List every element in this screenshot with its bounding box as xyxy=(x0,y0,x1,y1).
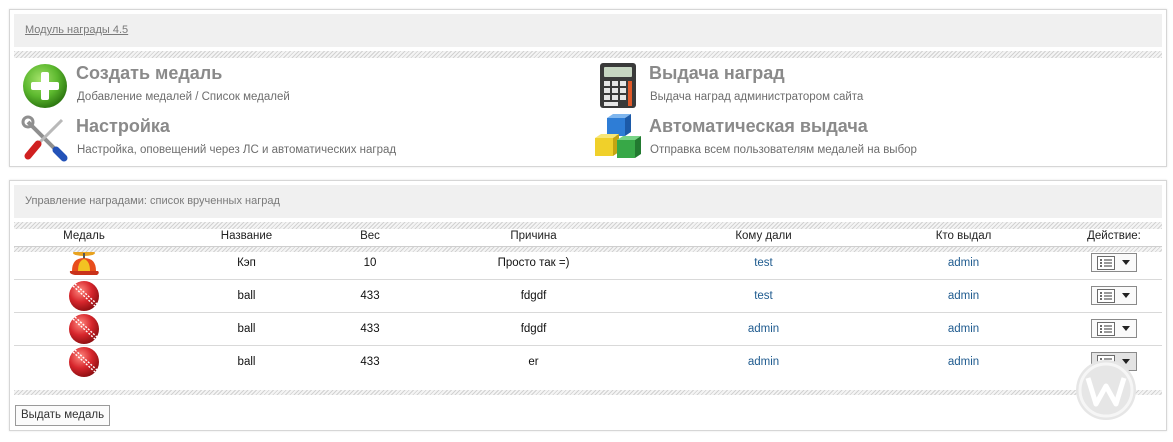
award-reason: er xyxy=(401,344,666,378)
list-icon xyxy=(1097,322,1115,336)
recipient-cell: admin xyxy=(666,311,861,345)
action-cell xyxy=(1066,311,1162,345)
tools-icon xyxy=(20,114,70,162)
column-header-recipient: Кому дали xyxy=(735,230,792,243)
tile-create-medal[interactable]: Создать медаль Добавление медалей / Спис… xyxy=(20,61,420,111)
table-header-row: Медаль Название Вес Причина Кому дали Кт… xyxy=(14,227,1162,246)
tile-settings[interactable]: Настройка Настройка, оповещений через ЛС… xyxy=(20,114,480,164)
recipient-cell: admin xyxy=(666,344,861,378)
awards-panel-title: Управление наградами: список врученных н… xyxy=(25,195,280,207)
cricket-ball-icon xyxy=(67,346,101,378)
action-dropdown-button[interactable] xyxy=(1091,253,1137,272)
action-dropdown-button[interactable] xyxy=(1091,319,1137,338)
list-icon xyxy=(1097,289,1115,303)
tile-description: Настройка, оповещений через ЛС и автомат… xyxy=(77,144,397,156)
medal-cell xyxy=(14,344,154,378)
give-medal-button[interactable]: Выдать медаль xyxy=(15,405,111,426)
table-row: ball 433 er admin admin xyxy=(14,344,1162,378)
tile-description: Добавление медалей / Список медалей xyxy=(77,91,290,103)
chevron-down-icon xyxy=(1122,293,1130,298)
column-header-reason: Причина xyxy=(510,230,557,243)
list-icon xyxy=(1097,256,1115,270)
column-header-action: Действие: xyxy=(1087,230,1141,243)
calculator-icon xyxy=(593,61,643,109)
tile-title[interactable]: Выдача наград xyxy=(649,63,785,84)
recipient-cell: test xyxy=(666,278,861,312)
issuer-cell: admin xyxy=(861,311,1066,345)
award-reason: fdgdf xyxy=(401,311,666,345)
module-title-link[interactable]: Модуль награды 4.5 xyxy=(25,24,128,36)
awards-panel-header: Управление наградами: список врученных н… xyxy=(14,185,1162,218)
medal-weight: 433 xyxy=(339,311,401,345)
recipient-link[interactable]: admin xyxy=(748,323,779,335)
cricket-ball-icon xyxy=(67,313,101,345)
medal-weight: 433 xyxy=(339,344,401,378)
medal-cell xyxy=(14,311,154,345)
chevron-down-icon xyxy=(1122,260,1130,265)
issuer-link[interactable]: admin xyxy=(948,290,979,302)
recipient-link[interactable]: admin xyxy=(748,356,779,368)
table-row: ball 433 fdgdf admin admin xyxy=(14,311,1162,345)
action-dropdown-button[interactable] xyxy=(1091,286,1137,305)
hatch-divider xyxy=(14,390,1162,395)
recipient-link[interactable]: test xyxy=(754,257,773,269)
medal-name: ball xyxy=(154,344,339,378)
column-header-weight: Вес xyxy=(360,230,380,243)
plus-icon xyxy=(20,61,70,109)
cubes-icon xyxy=(593,114,643,162)
column-header-issuer: Кто выдал xyxy=(935,230,992,243)
recipient-link[interactable]: test xyxy=(754,290,773,302)
chevron-down-icon xyxy=(1122,326,1130,331)
awards-panel: Управление наградами: список врученных н… xyxy=(9,180,1167,431)
tile-give-awards[interactable]: Выдача наград Выдача наград администрато… xyxy=(593,61,993,111)
tile-description: Отправка всем пользователям медалей на в… xyxy=(650,144,917,156)
column-header-name: Название xyxy=(220,230,273,243)
medal-weight: 433 xyxy=(339,278,401,312)
issuer-link[interactable]: admin xyxy=(948,356,979,368)
column-header-medal: Медаль xyxy=(63,230,105,243)
issuer-cell: admin xyxy=(861,278,1066,312)
action-cell xyxy=(1066,278,1162,312)
tile-description: Выдача наград администратором сайта xyxy=(650,91,864,103)
issuer-link[interactable]: admin xyxy=(948,323,979,335)
cricket-ball-icon xyxy=(67,280,101,312)
module-panel: Модуль награды 4.5 Создать медаль Добавл… xyxy=(9,9,1167,167)
watermark-logo-icon xyxy=(1076,360,1136,420)
medal-cell xyxy=(14,278,154,312)
tile-title[interactable]: Создать медаль xyxy=(76,63,222,84)
issuer-link[interactable]: admin xyxy=(948,257,979,269)
medal-name: ball xyxy=(154,311,339,345)
tile-title[interactable]: Автоматическая выдача xyxy=(649,116,868,137)
award-reason: fdgdf xyxy=(401,278,666,312)
medal-name: ball xyxy=(154,278,339,312)
issuer-cell: admin xyxy=(861,344,1066,378)
tile-title[interactable]: Настройка xyxy=(76,116,170,137)
hatch-divider xyxy=(14,51,1162,58)
table-row: ball 433 fdgdf test admin xyxy=(14,278,1162,312)
tile-auto-give[interactable]: Автоматическая выдача Отправка всем поль… xyxy=(593,114,1053,164)
module-panel-header: Модуль награды 4.5 xyxy=(14,14,1162,47)
hatch-divider xyxy=(14,247,1162,252)
